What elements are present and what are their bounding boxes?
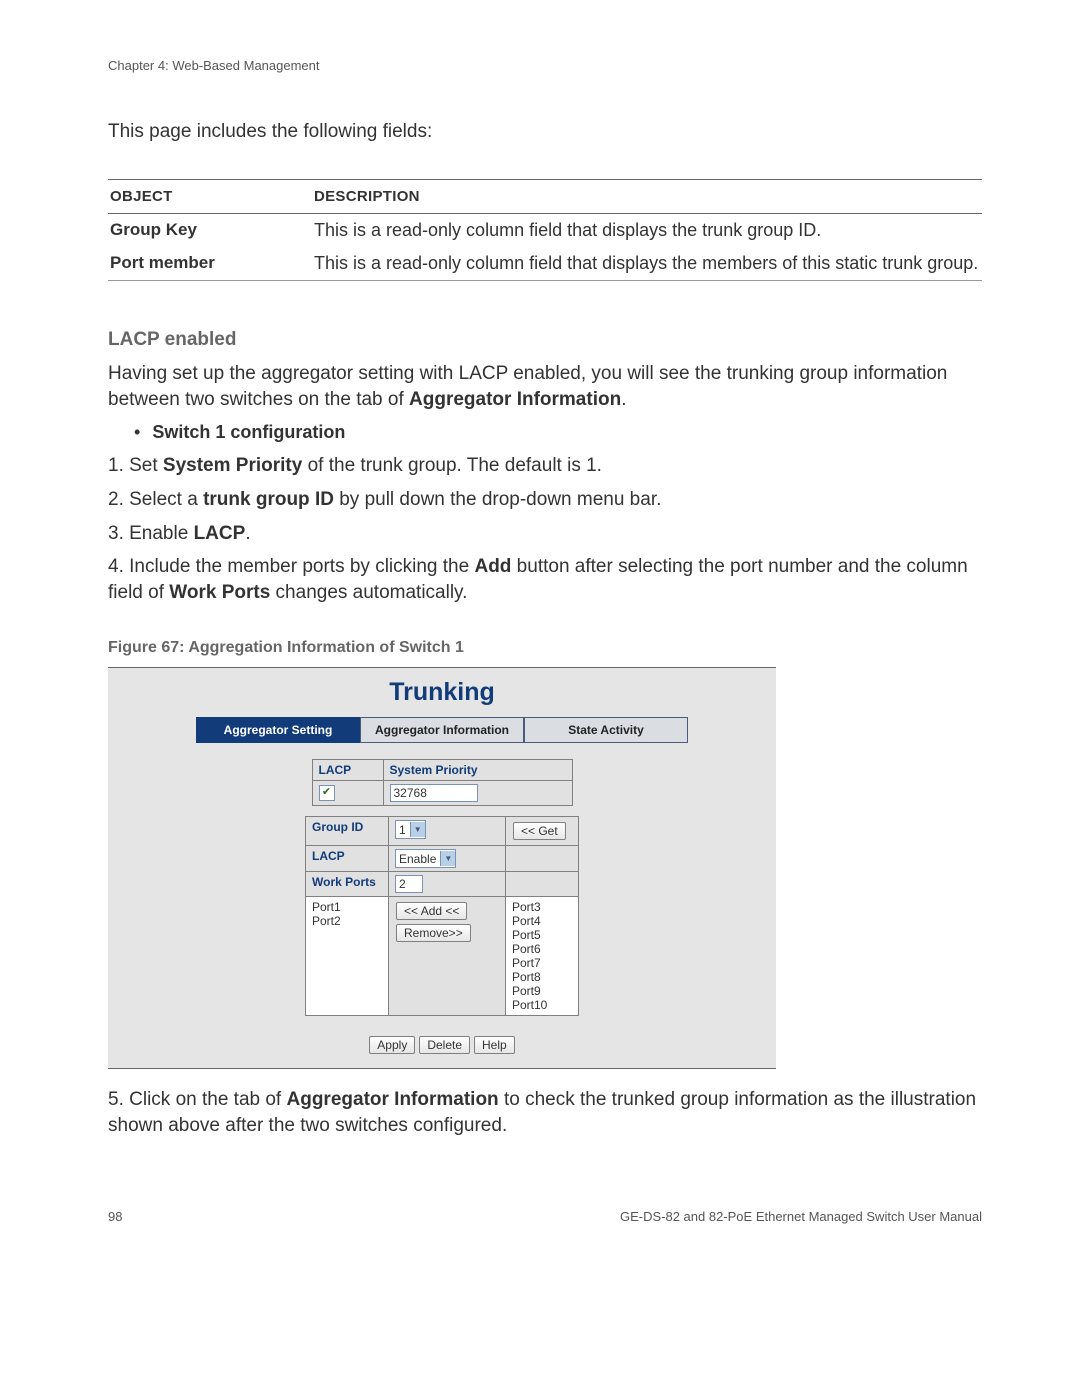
intro-text: This page includes the following fields: (108, 121, 982, 143)
cell-description: This is a read-only column field that di… (312, 214, 982, 248)
table-row: Port member This is a read-only column f… (108, 247, 982, 281)
cell-system-priority: 32768 (383, 781, 572, 806)
label-work-ports: Work Ports (306, 872, 389, 897)
tab-bar: Aggregator Setting Aggregator Informatio… (108, 717, 776, 743)
list-item: Port8 (512, 970, 572, 984)
fields-table: OBJECT DESCRIPTION Group Key This is a r… (108, 179, 982, 281)
text-bold: Work Ports (169, 582, 270, 603)
screenshot-title: Trunking (108, 668, 776, 713)
help-button[interactable]: Help (474, 1036, 515, 1054)
list-item: Port1 (312, 900, 382, 914)
cell-add-remove: << Add << Remove>> (389, 897, 506, 1016)
list-item: Port6 (512, 942, 572, 956)
cell-lacp-checkbox: ✔ (312, 781, 383, 806)
bullet-switch1: • Switch 1 configuration (134, 422, 982, 443)
group-id-select[interactable]: 1 ▼ (395, 820, 426, 839)
label-lacp: LACP (312, 760, 383, 781)
add-button[interactable]: << Add << (396, 902, 467, 920)
list-item: Port7 (512, 956, 572, 970)
list-item: Port5 (512, 928, 572, 942)
text: . (621, 389, 626, 410)
get-button[interactable]: << Get (513, 822, 566, 840)
right-ports-list[interactable]: Port3 Port4 Port5 Port6 Port7 Port8 Port… (506, 897, 579, 1016)
step-1: 1. Set System Priority of the trunk grou… (108, 453, 982, 479)
text: 3. Enable (108, 523, 194, 544)
lacp-paragraph: Having set up the aggregator setting wit… (108, 361, 982, 412)
label-group-id: Group ID (306, 817, 389, 846)
action-buttons: Apply Delete Help (108, 1026, 776, 1068)
chevron-down-icon: ▼ (440, 851, 455, 866)
table-row: Group Key This is a read-only column fie… (108, 214, 982, 248)
text: . (245, 523, 250, 544)
text: 1. Set (108, 455, 163, 476)
left-ports-list[interactable]: Port1 Port2 (306, 897, 389, 1016)
figure-caption: Figure 67: Aggregation Information of Sw… (108, 639, 982, 657)
screenshot-trunking: Trunking Aggregator Setting Aggregator I… (108, 667, 776, 1069)
list-item: Port4 (512, 914, 572, 928)
text-bold: Add (474, 556, 511, 577)
lacp-mode-select[interactable]: Enable ▼ (395, 849, 456, 868)
list-item: Port9 (512, 984, 572, 998)
list-item: Port2 (312, 914, 382, 928)
list-item: Port10 (512, 998, 572, 1012)
cell-object: Group Key (108, 214, 312, 248)
text: 5. Click on the tab of (108, 1089, 287, 1110)
step-3: 3. Enable LACP. (108, 521, 982, 547)
cell-empty (506, 846, 579, 872)
tab-state-activity[interactable]: State Activity (524, 717, 688, 743)
lacp-priority-table: LACP System Priority ✔ 32768 (312, 759, 573, 806)
bullet-label: Switch 1 configuration (152, 422, 345, 443)
lacp-checkbox[interactable]: ✔ (319, 785, 335, 801)
list-item: Port3 (512, 900, 572, 914)
system-priority-input[interactable]: 32768 (390, 784, 478, 802)
step-4: 4. Include the member ports by clicking … (108, 554, 982, 605)
text: by pull down the drop-down menu bar. (334, 489, 661, 510)
text: of the trunk group. The default is 1. (302, 455, 602, 476)
text-bold: LACP (194, 523, 246, 544)
group-id-value: 1 (399, 823, 406, 837)
th-object: OBJECT (108, 180, 312, 214)
cell-object: Port member (108, 247, 312, 281)
text: changes automatically. (270, 582, 467, 603)
manual-title: GE-DS-82 and 82-PoE Ethernet Managed Swi… (620, 1209, 982, 1224)
text-bold: Aggregator Information (409, 389, 621, 410)
cell-description: This is a read-only column field that di… (312, 247, 982, 281)
page-footer: 98 GE-DS-82 and 82-PoE Ethernet Managed … (108, 1209, 982, 1224)
chevron-down-icon: ▼ (410, 822, 425, 837)
th-description: DESCRIPTION (312, 180, 982, 214)
cell-get: << Get (506, 817, 579, 846)
text-bold: trunk group ID (203, 489, 334, 510)
label-system-priority: System Priority (383, 760, 572, 781)
cell-lacp-mode: Enable ▼ (389, 846, 506, 872)
step-2: 2. Select a trunk group ID by pull down … (108, 487, 982, 513)
text: 4. Include the member ports by clicking … (108, 556, 474, 577)
tab-aggregator-setting[interactable]: Aggregator Setting (196, 717, 360, 743)
bullet-dot-icon: • (134, 422, 140, 443)
apply-button[interactable]: Apply (369, 1036, 415, 1054)
aggregator-config-table: Group ID 1 ▼ << Get LACP (305, 816, 579, 1016)
tab-aggregator-information[interactable]: Aggregator Information (360, 717, 524, 743)
remove-button[interactable]: Remove>> (396, 924, 471, 942)
step-5: 5. Click on the tab of Aggregator Inform… (108, 1087, 982, 1138)
section-title-lacp: LACP enabled (108, 329, 982, 351)
chapter-header: Chapter 4: Web-Based Management (108, 58, 982, 73)
cell-work-ports: 2 (389, 872, 506, 897)
label-lacp2: LACP (306, 846, 389, 872)
lacp-mode-value: Enable (399, 852, 436, 866)
work-ports-input[interactable]: 2 (395, 875, 423, 893)
text-bold: System Priority (163, 455, 302, 476)
text-bold: Aggregator Information (287, 1089, 499, 1110)
text: 2. Select a (108, 489, 203, 510)
cell-group-id: 1 ▼ (389, 817, 506, 846)
page-number: 98 (108, 1209, 122, 1224)
cell-empty (506, 872, 579, 897)
delete-button[interactable]: Delete (419, 1036, 470, 1054)
